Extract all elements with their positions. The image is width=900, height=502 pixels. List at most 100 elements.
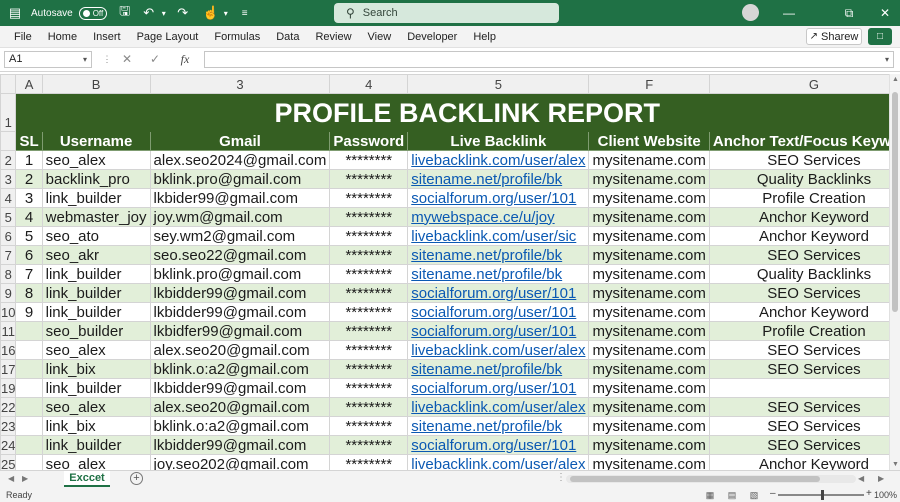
cell-username[interactable]: webmaster_joy bbox=[41, 207, 151, 227]
cell-gmail[interactable]: lkbidder99@gmail.com bbox=[149, 302, 331, 322]
header-anchor-text[interactable]: Anchor Text/Focus Keyword bbox=[708, 131, 889, 151]
cell-sl[interactable]: 5 bbox=[15, 226, 43, 246]
cell-gmail[interactable]: bklink.pro@gmail.com bbox=[149, 169, 331, 189]
cell-gmail[interactable]: lkbidder99@gmail.com bbox=[149, 283, 331, 303]
cell-live-backlink[interactable]: socialforum.org/user/101 bbox=[407, 188, 590, 208]
cell-username[interactable]: seo_ato bbox=[41, 226, 151, 246]
cell-anchor-text[interactable]: SEO Services bbox=[708, 150, 889, 170]
cell-password[interactable]: ******** bbox=[329, 283, 409, 303]
cell-sl[interactable]: 2 bbox=[15, 169, 43, 189]
horizontal-scrollbar[interactable] bbox=[566, 475, 856, 483]
insert-function-icon[interactable]: fx bbox=[174, 51, 196, 68]
cell-anchor-text[interactable]: SEO Services bbox=[708, 359, 889, 379]
worksheet-grid[interactable]: A B 3 4 5 F G 1 PROFILE BACKLINK REPORT … bbox=[0, 74, 889, 470]
cell-live-backlink[interactable]: sitename.net/profile/bk bbox=[407, 359, 590, 379]
header-password[interactable]: Password bbox=[329, 131, 409, 151]
menu-home[interactable]: Home bbox=[40, 31, 85, 43]
cell-gmail[interactable]: bklink.pro@gmail.com bbox=[149, 264, 331, 284]
cell-client-website[interactable]: mysitename.com bbox=[588, 416, 710, 436]
cell-anchor-text[interactable]: SEO Services bbox=[708, 435, 889, 455]
cell-password[interactable]: ******** bbox=[329, 245, 409, 265]
cell-username[interactable]: link_builder bbox=[41, 188, 151, 208]
menu-formulas[interactable]: Formulas bbox=[206, 31, 268, 43]
cell-username[interactable]: link_builder bbox=[41, 378, 151, 398]
app-menu-icon[interactable]: ▤ bbox=[5, 3, 25, 23]
cell-gmail[interactable]: lkbidder99@gmail.com bbox=[149, 378, 331, 398]
cell-gmail[interactable]: alex.seo2024@gmail.com bbox=[149, 150, 331, 170]
close-icon[interactable]: ✕ bbox=[875, 4, 895, 22]
cell-gmail[interactable]: lkbidder99@gmail.com bbox=[149, 435, 331, 455]
cell-sl[interactable] bbox=[15, 340, 43, 360]
cell-anchor-text[interactable]: SEO Services bbox=[708, 397, 889, 417]
cell-gmail[interactable]: lkbidfer99@gmail.com bbox=[149, 321, 331, 341]
column-header[interactable]: 5 bbox=[407, 74, 590, 94]
scroll-left-icon[interactable]: ◀ bbox=[858, 474, 864, 483]
cell-client-website[interactable]: mysitename.com bbox=[588, 207, 710, 227]
cell-anchor-text[interactable]: Profile Creation bbox=[708, 188, 889, 208]
avatar[interactable] bbox=[742, 4, 759, 21]
zoom-in-icon[interactable]: + bbox=[866, 488, 872, 499]
cell-live-backlink[interactable]: socialforum.org/user/101 bbox=[407, 283, 590, 303]
page-layout-view-icon[interactable]: ▤ bbox=[726, 490, 738, 500]
row-header[interactable]: 7 bbox=[0, 245, 17, 265]
cell-anchor-text[interactable]: Anchor Keyword bbox=[708, 226, 889, 246]
cell-live-backlink[interactable]: sitename.net/profile/bk bbox=[407, 264, 590, 284]
sheet-tab-active[interactable]: Exccet bbox=[64, 471, 110, 487]
restore-icon[interactable]: ⧉ bbox=[839, 4, 859, 22]
cell-live-backlink[interactable]: livebacklink.com/user/alex bbox=[407, 340, 590, 360]
menu-insert[interactable]: Insert bbox=[85, 31, 129, 43]
cell-password[interactable]: ******** bbox=[329, 150, 409, 170]
cell-password[interactable]: ******** bbox=[329, 321, 409, 341]
row-header[interactable]: 8 bbox=[0, 264, 17, 284]
cell-sl[interactable] bbox=[15, 359, 43, 379]
enter-icon[interactable]: ✓ bbox=[144, 51, 166, 68]
cell-sl[interactable] bbox=[15, 378, 43, 398]
cell-anchor-text[interactable]: SEO Services bbox=[708, 340, 889, 360]
cell-password[interactable]: ******** bbox=[329, 397, 409, 417]
cell-password[interactable]: ******** bbox=[329, 454, 409, 470]
scroll-right-icon[interactable]: ▶ bbox=[878, 474, 884, 483]
report-title[interactable]: PROFILE BACKLINK REPORT bbox=[15, 93, 889, 132]
cell-gmail[interactable]: alex.seo20@gmail.com bbox=[149, 340, 331, 360]
cell-anchor-text[interactable]: Quality Backlinks bbox=[708, 169, 889, 189]
cell-sl[interactable] bbox=[15, 435, 43, 455]
formula-input[interactable] bbox=[204, 51, 894, 68]
column-header[interactable]: G bbox=[708, 74, 889, 94]
header-client-website[interactable]: Client Website bbox=[588, 131, 710, 151]
cell-password[interactable]: ******** bbox=[329, 207, 409, 227]
cell-sl[interactable] bbox=[15, 397, 43, 417]
cell-anchor-text[interactable]: SEO Services bbox=[708, 416, 889, 436]
cell-anchor-text[interactable]: SEO Services bbox=[708, 245, 889, 265]
cell-password[interactable]: ******** bbox=[329, 435, 409, 455]
cell-username[interactable]: seo_alex bbox=[41, 454, 151, 470]
cell-live-backlink[interactable]: socialforum.org/user/101 bbox=[407, 302, 590, 322]
cell-client-website[interactable]: mysitename.com bbox=[588, 359, 710, 379]
vertical-scroll-thumb[interactable] bbox=[892, 92, 898, 312]
row-header[interactable]: 2 bbox=[0, 150, 17, 170]
cell-sl[interactable]: 8 bbox=[15, 283, 43, 303]
cell-client-website[interactable]: mysitename.com bbox=[588, 321, 710, 341]
more-options-icon[interactable]: ⋮ bbox=[96, 51, 118, 68]
row-header[interactable]: 25 bbox=[0, 454, 17, 470]
cell-gmail[interactable]: bklink.o:a2@gmail.com bbox=[149, 359, 331, 379]
cell-sl[interactable] bbox=[15, 416, 43, 436]
cell-client-website[interactable]: mysitename.com bbox=[588, 150, 710, 170]
cell-client-website[interactable]: mysitename.com bbox=[588, 454, 710, 470]
cell-sl[interactable]: 7 bbox=[15, 264, 43, 284]
row-header[interactable]: 22 bbox=[0, 397, 17, 417]
cell-password[interactable]: ******** bbox=[329, 359, 409, 379]
cell-client-website[interactable]: mysitename.com bbox=[588, 435, 710, 455]
row-header[interactable]: 10 bbox=[0, 302, 17, 322]
cell-gmail[interactable]: lkbider99@gmail.com bbox=[149, 188, 331, 208]
menu-file[interactable]: File bbox=[6, 31, 40, 43]
cell-live-backlink[interactable]: livebacklink.com/user/alex bbox=[407, 397, 590, 417]
scroll-up-icon[interactable]: ▲ bbox=[892, 76, 899, 83]
zoom-slider-knob[interactable] bbox=[821, 490, 824, 500]
column-header[interactable]: 4 bbox=[329, 74, 409, 94]
cell-sl[interactable]: 1 bbox=[15, 150, 43, 170]
cell-username[interactable]: seo_alex bbox=[41, 397, 151, 417]
cell-gmail[interactable]: joy.wm@gmail.com bbox=[149, 207, 331, 227]
row-header[interactable]: 1 bbox=[0, 93, 17, 132]
cell-username[interactable]: seo_alex bbox=[41, 150, 151, 170]
cell-sl[interactable]: 4 bbox=[15, 207, 43, 227]
